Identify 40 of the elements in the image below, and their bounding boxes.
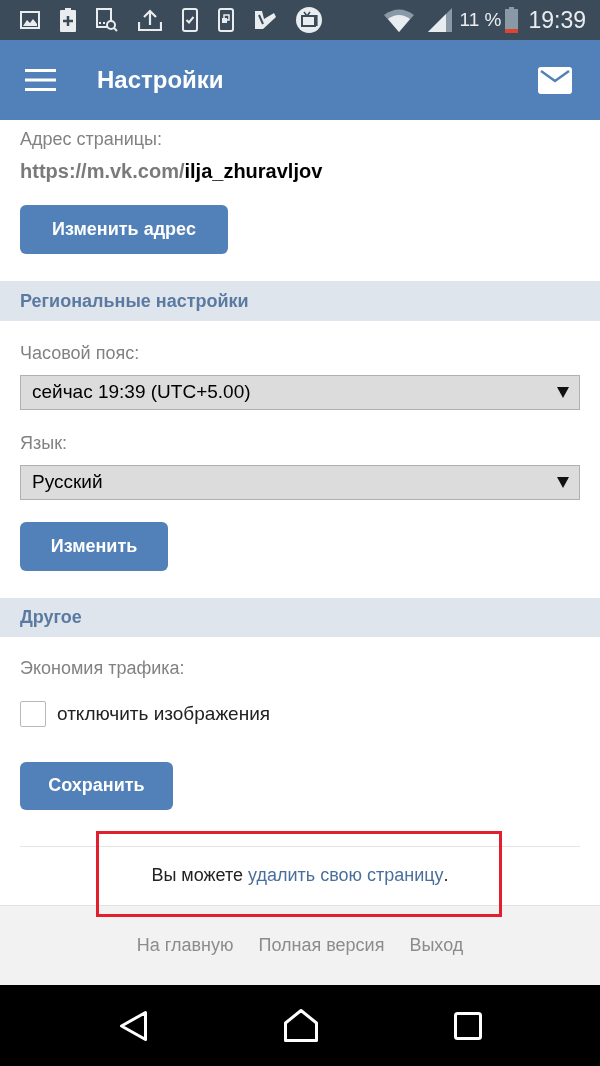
page-title: Настройки xyxy=(97,65,224,95)
dropdown-select[interactable]: Русский xyxy=(20,465,580,500)
field-label: Язык: xyxy=(20,432,69,455)
save-button[interactable]: Сохранить xyxy=(20,761,173,810)
phone-copy-icon xyxy=(218,8,234,32)
dropdown-arrow-icon xyxy=(557,477,569,488)
section-title: Другое xyxy=(20,606,82,629)
dropdown-select[interactable]: сейчас 19:39 (UTC+5.00) xyxy=(20,375,580,410)
delete-page-link[interactable]: удалить свою страницу xyxy=(248,862,444,890)
check-flag-icon xyxy=(254,9,276,31)
checkbox[interactable] xyxy=(20,701,46,728)
phone-check-icon xyxy=(182,8,198,32)
recent-apps-icon[interactable] xyxy=(453,1011,482,1040)
document-search-icon xyxy=(96,8,118,32)
battery-percentage: 11 % xyxy=(459,7,502,32)
menu-icon[interactable] xyxy=(25,69,56,91)
battery-plus-icon xyxy=(60,8,76,32)
footer-link[interactable]: Полная версия xyxy=(258,932,385,959)
status-time: 19:39 xyxy=(528,5,586,35)
upload-icon xyxy=(138,9,162,31)
home-icon[interactable] xyxy=(283,1009,318,1042)
battery-icon xyxy=(505,7,519,33)
tv-badge-icon xyxy=(296,7,322,33)
page-url: https://m.vk.com/ilja_zhuravljov xyxy=(20,159,323,184)
change-address-button[interactable]: Изменить адрес xyxy=(20,205,228,254)
field-label: Адрес страницы: xyxy=(20,128,163,151)
image-icon xyxy=(20,11,40,29)
footer-link[interactable]: Выход xyxy=(409,932,464,959)
checkbox-label[interactable]: отключить изображения xyxy=(57,700,271,729)
footer-link[interactable]: На главную xyxy=(136,932,234,959)
section-title: Региональные настройки xyxy=(20,289,249,313)
dropdown-arrow-icon xyxy=(557,387,569,398)
field-label: Часовой пояс: xyxy=(20,342,141,365)
signal-icon xyxy=(427,8,452,32)
back-icon[interactable] xyxy=(118,1009,148,1042)
field-label: Экономия трафика: xyxy=(20,657,185,680)
wifi-icon xyxy=(383,8,414,32)
delete-page-notice: Вы можете удалить свою страницу. xyxy=(20,846,580,905)
mail-icon[interactable] xyxy=(538,66,572,94)
change-button[interactable]: Изменить xyxy=(20,522,168,571)
